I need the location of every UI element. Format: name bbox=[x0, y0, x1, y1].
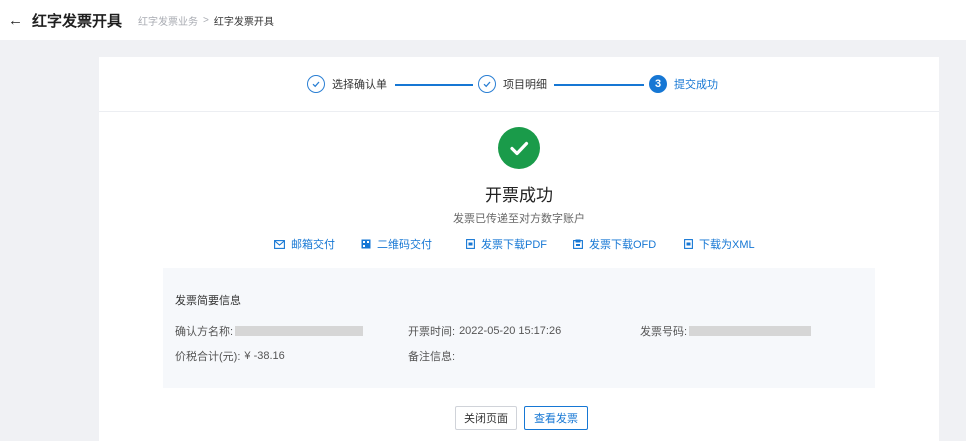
check-circle-icon bbox=[478, 75, 496, 93]
mail-icon bbox=[274, 239, 285, 249]
close-page-button[interactable]: 关闭页面 bbox=[455, 406, 517, 430]
success-subtitle: 发票已传递至对方数字账户 bbox=[453, 213, 585, 225]
check-circle-icon bbox=[307, 75, 325, 93]
summary-title: 发票简要信息 bbox=[175, 295, 241, 307]
download-ofd-link[interactable]: 发票下载OFD bbox=[573, 236, 656, 252]
step-connector-1 bbox=[395, 84, 473, 86]
breadcrumb-separator: > bbox=[203, 14, 209, 26]
top-bar: ← 红字发票开具 红字发票业务 > 红字发票开具 bbox=[0, 0, 966, 40]
invoice-number-field: 发票号码: bbox=[640, 323, 812, 339]
qrcode-icon bbox=[361, 239, 371, 249]
download-xml-label: 下载为XML bbox=[699, 239, 755, 251]
breadcrumb-parent[interactable]: 红字发票业务 bbox=[138, 13, 198, 28]
pdf-file-icon bbox=[466, 239, 475, 249]
breadcrumb-current: 红字发票开具 bbox=[213, 16, 274, 28]
email-delivery-label: 邮箱交付 bbox=[291, 239, 335, 251]
ofd-file-icon bbox=[573, 239, 583, 249]
view-invoice-button[interactable]: 查看发票 bbox=[524, 406, 588, 430]
issue-time-value: 2022-05-20 15:17:26 bbox=[459, 325, 562, 337]
invoice-number-label: 发票号码: bbox=[640, 326, 688, 338]
back-arrow-icon[interactable]: ← bbox=[8, 13, 23, 28]
invoice-summary-panel: 发票简要信息 确认方名称: 开票时间: 2022-05-20 15:17:26 … bbox=[163, 268, 875, 388]
issue-time-label: 开票时间: bbox=[408, 326, 456, 338]
xml-file-icon bbox=[684, 239, 693, 249]
remark-label: 备注信息: bbox=[408, 351, 456, 363]
qrcode-delivery-link[interactable]: 二维码交付 bbox=[361, 236, 432, 252]
success-check-icon bbox=[498, 127, 540, 169]
download-ofd-label: 发票下载OFD bbox=[589, 239, 657, 251]
step-3-label: 提交成功 bbox=[674, 79, 718, 91]
email-delivery-link[interactable]: 邮箱交付 bbox=[274, 236, 335, 252]
issue-time-field: 开票时间: 2022-05-20 15:17:26 bbox=[408, 323, 561, 339]
total-amount-value: ¥ -38.16 bbox=[244, 350, 285, 362]
buyer-name-label: 确认方名称: bbox=[175, 326, 234, 338]
step-2-label: 项目明细 bbox=[503, 79, 547, 91]
download-pdf-link[interactable]: 发票下载PDF bbox=[466, 236, 547, 252]
page-title: 红字发票开具 bbox=[32, 12, 123, 30]
qrcode-delivery-label: 二维码交付 bbox=[377, 239, 432, 251]
buyer-name-field: 确认方名称: bbox=[175, 323, 364, 339]
total-amount-field: 价税合计(元): ¥ -38.16 bbox=[175, 348, 285, 364]
main-card: 选择确认单 项目明细 3 提交成功 开票成功 发票已传递至对方数字账户 邮箱交付… bbox=[99, 57, 939, 441]
step-2: 项目明细 bbox=[478, 74, 547, 94]
step-1-label: 选择确认单 bbox=[332, 79, 387, 91]
download-pdf-label: 发票下载PDF bbox=[481, 239, 547, 251]
redacted-buyer-name bbox=[235, 326, 364, 336]
redacted-invoice-number bbox=[689, 326, 812, 336]
step-indicator: 选择确认单 项目明细 3 提交成功 bbox=[99, 57, 939, 112]
step-1: 选择确认单 bbox=[307, 74, 387, 94]
total-amount-label: 价税合计(元): bbox=[175, 351, 241, 363]
step-3: 3 提交成功 bbox=[649, 74, 718, 94]
step-connector-2 bbox=[554, 84, 644, 86]
success-title: 开票成功 bbox=[485, 186, 553, 205]
download-xml-link[interactable]: 下载为XML bbox=[684, 236, 755, 252]
remark-field: 备注信息: bbox=[408, 348, 455, 364]
step-3-number: 3 bbox=[649, 75, 667, 93]
